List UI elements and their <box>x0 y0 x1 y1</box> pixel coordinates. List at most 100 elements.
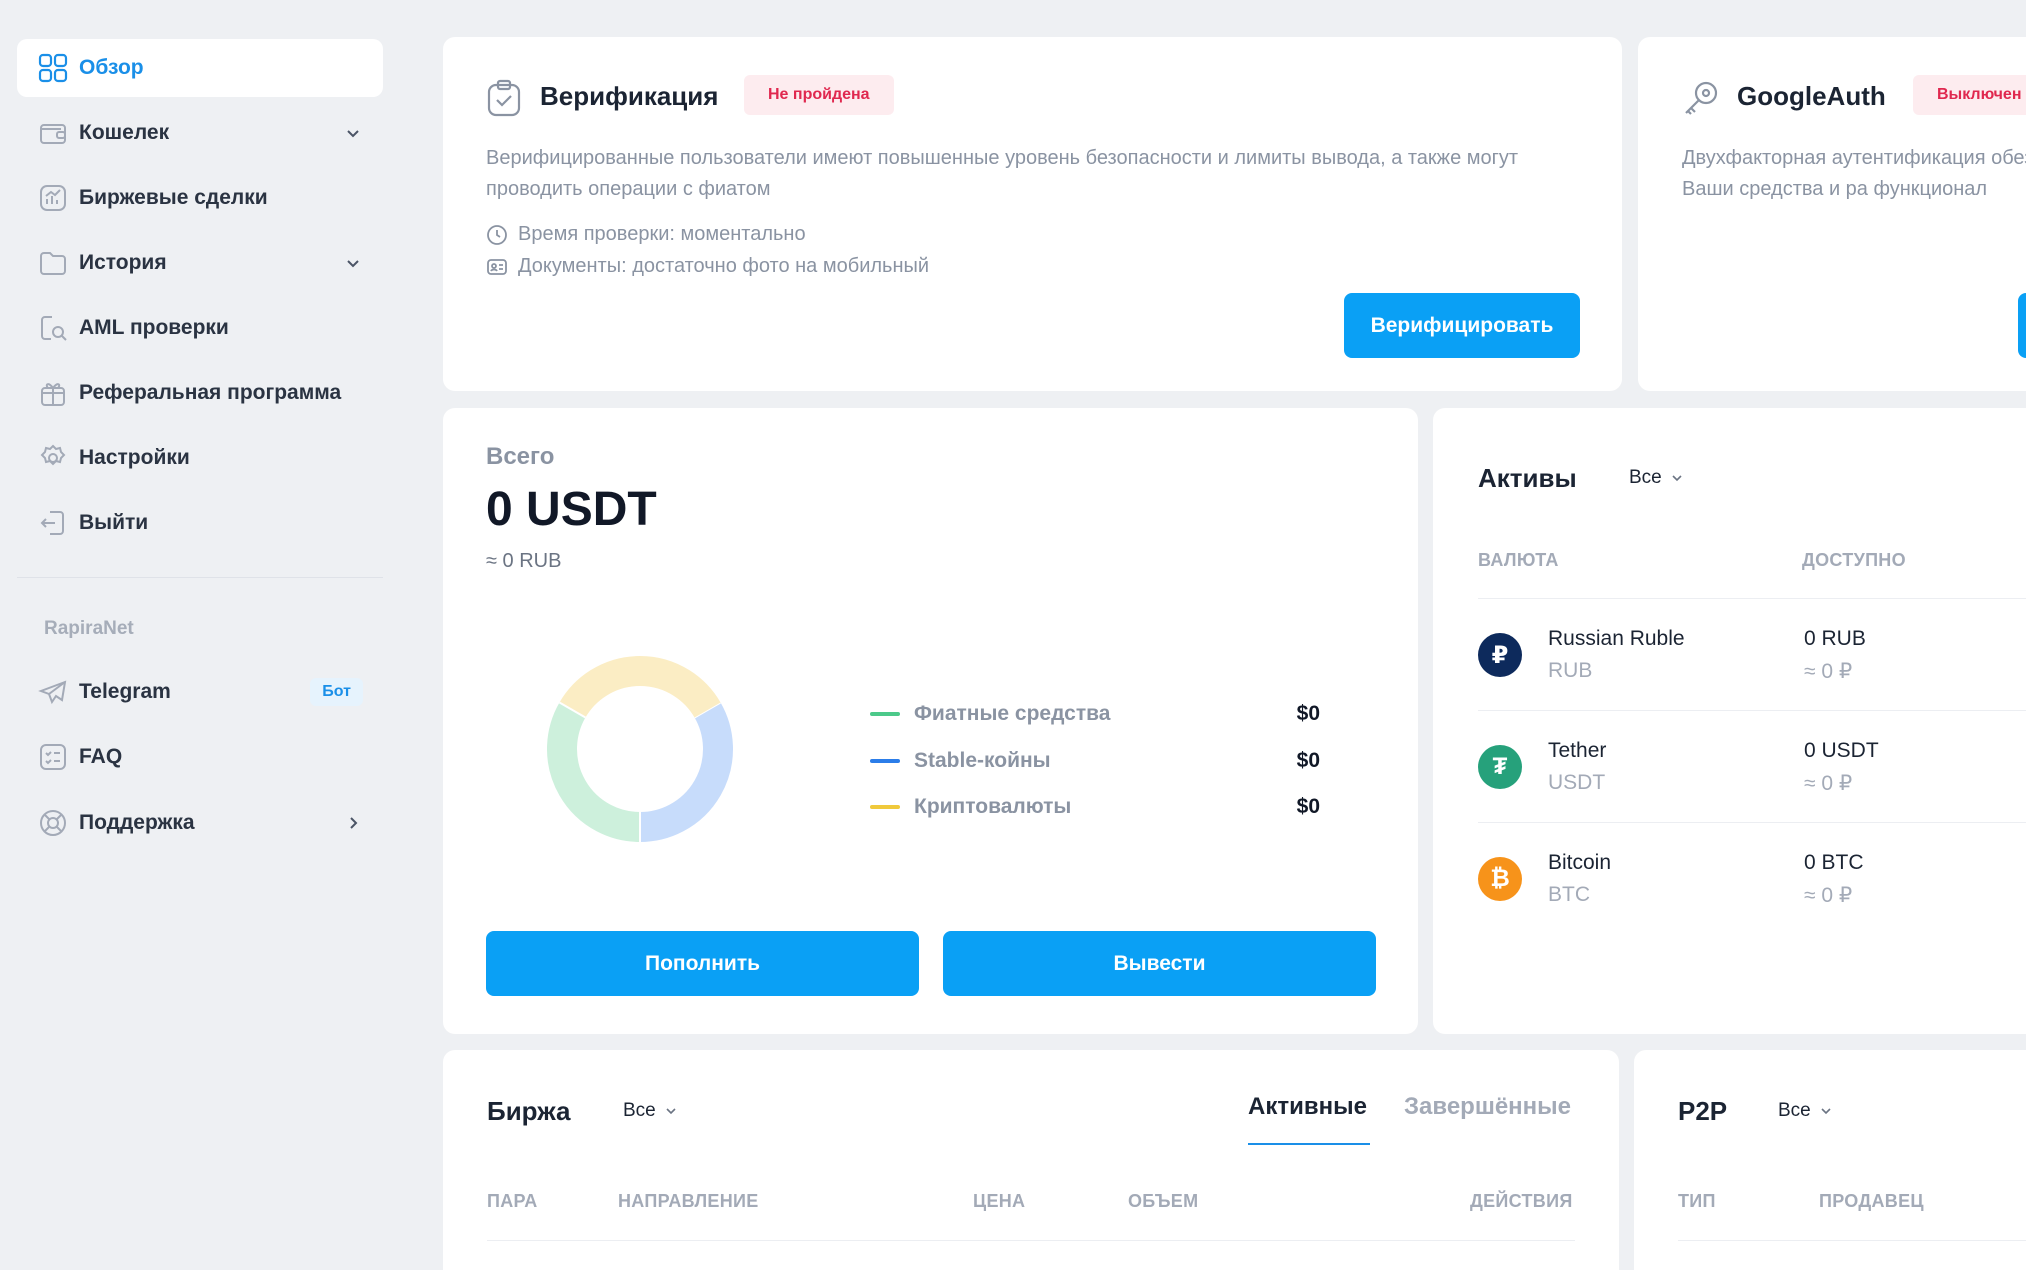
p2p-header-divider <box>1678 1240 2026 1241</box>
asset-code: USDT <box>1548 771 1606 794</box>
legend-value: $0 <box>1296 702 1320 725</box>
asset-amount: 0 USDT <box>1804 739 1879 762</box>
legend-row: Stable-койны $0 <box>870 746 1320 776</box>
telegram-icon <box>37 676 69 708</box>
col-seller: ПРОДАВЕЦ <box>1819 1191 1924 1211</box>
asset-conversion: ≈ 0 ₽ <box>1804 884 1853 907</box>
sidebar-item-label: История <box>79 251 167 274</box>
chevron-down-icon <box>1821 1108 1831 1115</box>
chevron-down-icon[interactable] <box>343 253 363 273</box>
p2p-card <box>1634 1050 2026 1270</box>
sidebar-item-trades[interactable]: Биржевые сделки <box>17 169 383 227</box>
faq-icon <box>37 741 69 773</box>
google-auth-title: GoogleAuth <box>1737 81 1886 111</box>
sidebar-item-referral[interactable]: Реферальная программа <box>17 364 383 422</box>
gear-icon <box>37 442 69 474</box>
asset-code: BTC <box>1548 883 1590 906</box>
asset-conversion: ≈ 0 ₽ <box>1804 660 1853 683</box>
withdraw-button[interactable]: Вывести <box>943 931 1376 996</box>
verify-button[interactable]: Верифицировать <box>1344 293 1580 358</box>
legend-swatch <box>870 759 900 763</box>
legend-label: Криптовалюты <box>914 795 1072 818</box>
google-auth-description: Двухфакторная аутентификация обезопасить… <box>1682 147 2026 200</box>
exchange-filter-dropdown[interactable]: Все <box>623 1100 678 1122</box>
chevron-down-icon <box>666 1108 676 1115</box>
sidebar-item-label: Выйти <box>79 511 149 534</box>
donut-slice-0 <box>547 702 641 842</box>
legend-value: $0 <box>1296 749 1320 772</box>
chevron-right-icon[interactable] <box>343 813 363 833</box>
verification-card: Верификация Не пройдена Верифицированные… <box>443 37 1622 391</box>
bitcoin-coin-icon: ₿ <box>1478 857 1522 901</box>
gift-icon <box>37 377 69 409</box>
sidebar-item-label: Реферальная программа <box>79 381 342 404</box>
asset-name: Russian Ruble <box>1548 627 1685 650</box>
asset-name: Tether <box>1548 739 1607 762</box>
sidebar-item-telegram[interactable]: Telegram Бот <box>17 663 383 721</box>
balance-amount: 0 USDT <box>486 483 657 536</box>
assets-filter-dropdown[interactable]: Все <box>1629 467 1684 489</box>
logout-icon <box>37 507 69 539</box>
sidebar-item-label: Биржевые сделки <box>79 186 268 209</box>
asset-conversion: ≈ 0 ₽ <box>1804 772 1853 795</box>
p2p-filter-value: Все <box>1778 1100 1811 1121</box>
verification-documents: Документы: достаточно фото на мобильный <box>486 255 929 278</box>
balance-rub: ≈ 0 RUB <box>486 550 562 572</box>
sidebar-item-aml[interactable]: AML проверки <box>17 299 383 357</box>
asset-code: RUB <box>1548 659 1593 682</box>
google-auth-card: GoogleAuth Выключен Двухфакторная аутент… <box>1638 37 2026 391</box>
sidebar-item-support[interactable]: Поддержка <box>17 794 383 852</box>
sidebar-item-label: FAQ <box>79 745 123 768</box>
legend-label: Stable-койны <box>914 749 1051 772</box>
grid-icon <box>37 52 69 84</box>
sidebar-item-wallet[interactable]: Кошелек <box>17 104 383 162</box>
sidebar-item-logout[interactable]: Выйти <box>17 494 383 552</box>
p2p-filter-dropdown[interactable]: Все <box>1778 1100 1833 1122</box>
col-volume: ОБЪЕМ <box>1128 1191 1199 1211</box>
deposit-button[interactable]: Пополнить <box>486 931 919 996</box>
chart-icon <box>37 182 69 214</box>
verification-time: Время проверки: моментально <box>486 223 806 246</box>
exchange-header-divider <box>487 1240 1575 1241</box>
p2p-title: P2P <box>1678 1096 1728 1126</box>
tab-completed[interactable]: Завершённые <box>1404 1093 1571 1121</box>
assets-filter-value: Все <box>1629 467 1662 488</box>
clock-icon <box>486 224 508 246</box>
col-direction: НАПРАВЛЕНИЕ <box>618 1191 759 1211</box>
chevron-down-icon[interactable] <box>343 123 363 143</box>
sidebar-item-label: Кошелек <box>79 121 170 144</box>
clipboard-check-icon <box>487 79 521 117</box>
allocation-donut-chart <box>547 656 733 842</box>
sidebar-item-history[interactable]: История <box>17 234 383 292</box>
tether-coin-icon: ₮ <box>1478 745 1522 789</box>
asset-row[interactable]: ₿ Bitcoin BTC 0 BTC ≈ 0 ₽ <box>1478 823 2026 935</box>
col-available: ДОСТУПНО <box>1802 550 1906 570</box>
id-card-icon <box>486 256 508 278</box>
wallet-icon <box>37 117 69 149</box>
lifebuoy-icon <box>37 807 69 839</box>
sidebar-item-label: Настройки <box>79 446 190 469</box>
legend-swatch <box>870 805 900 809</box>
assets-title: Активы <box>1478 463 1577 493</box>
donut-slice-2 <box>559 656 721 718</box>
verification-description: Верифицированные пользователи имеют повы… <box>486 147 1519 200</box>
tab-active[interactable]: Активные <box>1248 1093 1367 1121</box>
sidebar-item-label: Telegram <box>79 680 171 703</box>
enable-google-auth-button[interactable] <box>2018 293 2026 358</box>
sidebar: Обзор Кошелек Биржевые сделки История AM… <box>0 0 400 1270</box>
bot-badge: Бот <box>310 678 363 706</box>
asset-row[interactable]: ₮ Tether USDT 0 USDT ≈ 0 ₽ <box>1478 711 2026 823</box>
sidebar-item-faq[interactable]: FAQ <box>17 728 383 786</box>
donut-slice-1 <box>639 702 733 842</box>
verification-documents-text: Документы: достаточно фото на мобильный <box>518 255 930 277</box>
col-price: ЦЕНА <box>973 1191 1026 1211</box>
sidebar-item-overview[interactable]: Обзор <box>17 39 383 97</box>
exchange-title: Биржа <box>487 1096 571 1126</box>
exchange-filter-value: Все <box>623 1100 656 1121</box>
magnifier-icon <box>37 312 69 344</box>
sidebar-item-settings[interactable]: Настройки <box>17 429 383 487</box>
sidebar-item-label: AML проверки <box>79 316 229 339</box>
asset-row[interactable]: ₽ Russian Ruble RUB 0 RUB ≈ 0 ₽ <box>1478 599 2026 711</box>
section-title: RapiraNet <box>44 618 134 639</box>
sidebar-item-label: Обзор <box>79 56 144 79</box>
